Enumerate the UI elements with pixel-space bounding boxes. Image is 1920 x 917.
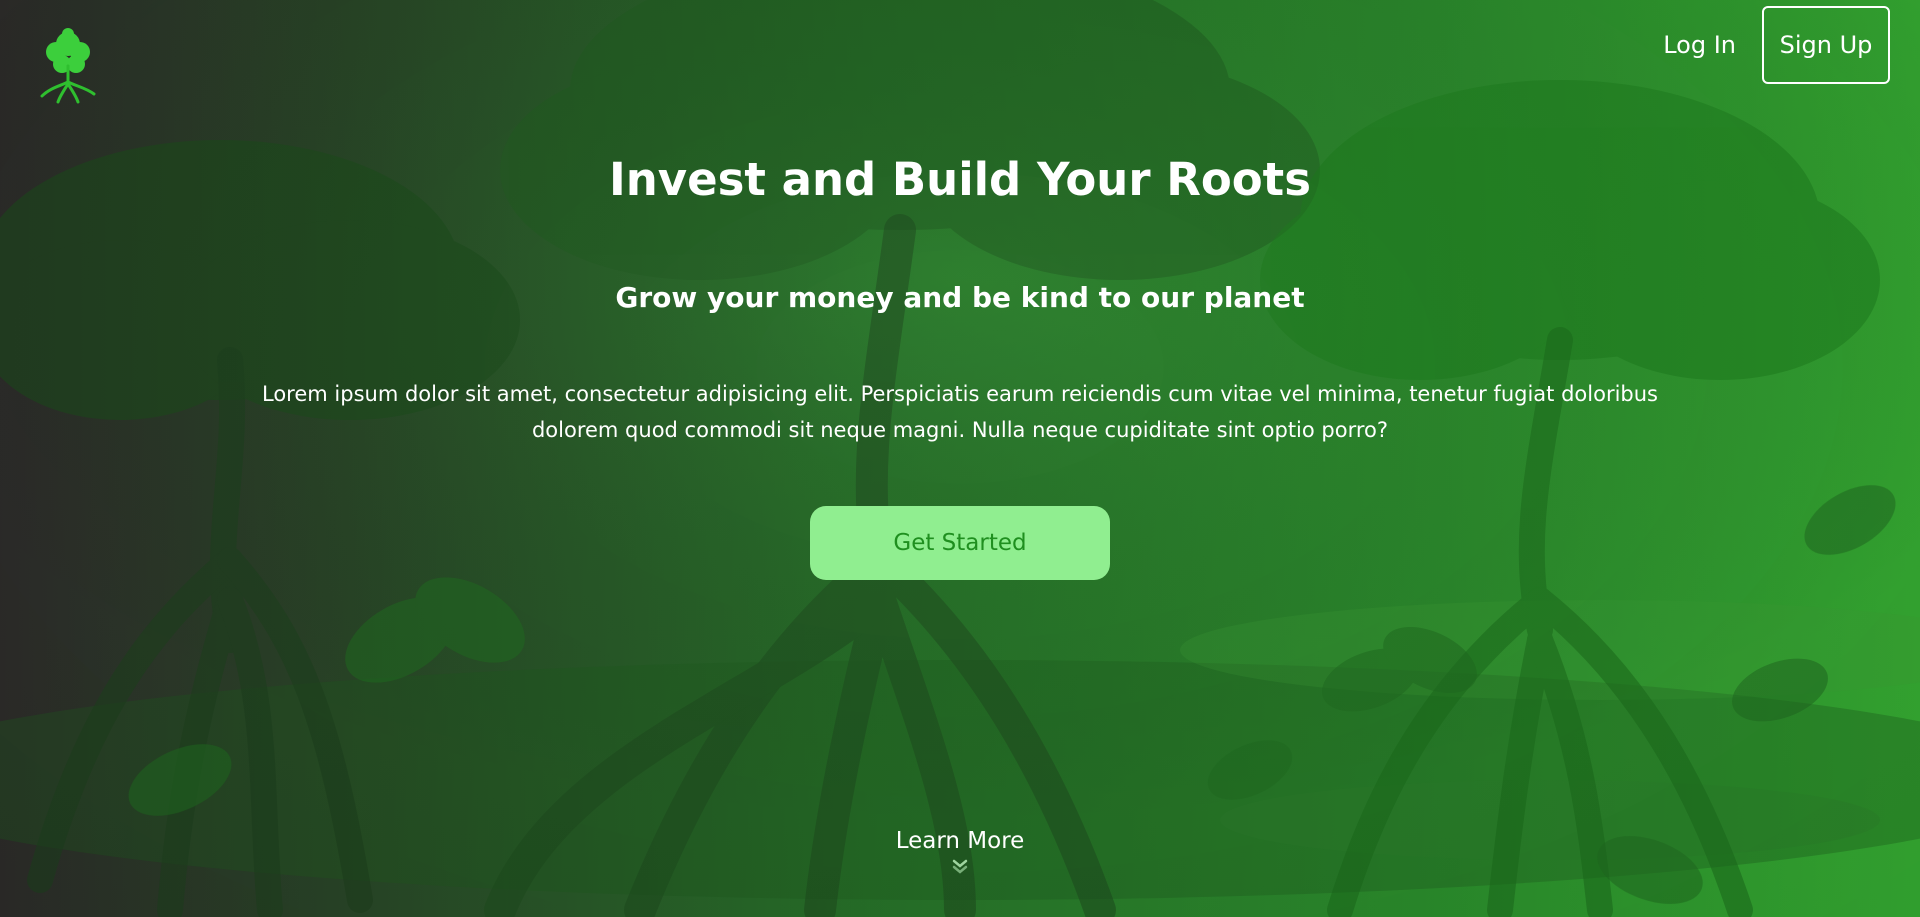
tree-logo-icon[interactable] [38, 26, 98, 104]
learn-more-label: Learn More [895, 828, 1025, 854]
get-started-button[interactable]: Get Started [810, 506, 1110, 580]
hero-title: Invest and Build Your Roots [609, 153, 1311, 206]
top-nav: Log In Sign Up [1663, 6, 1890, 84]
login-link[interactable]: Log In [1663, 23, 1736, 67]
chevron-down-icon [952, 859, 968, 874]
hero-subtitle: Grow your money and be kind to our plane… [615, 281, 1305, 314]
signup-button[interactable]: Sign Up [1762, 6, 1890, 84]
hero-description: Lorem ipsum dolor sit amet, consectetur … [262, 382, 1658, 442]
learn-more-link[interactable]: Learn More [0, 824, 1920, 874]
mangrove-forest-background [0, 0, 1920, 917]
hero-section: Log In Sign Up Invest and Build Your Roo… [0, 0, 1920, 917]
